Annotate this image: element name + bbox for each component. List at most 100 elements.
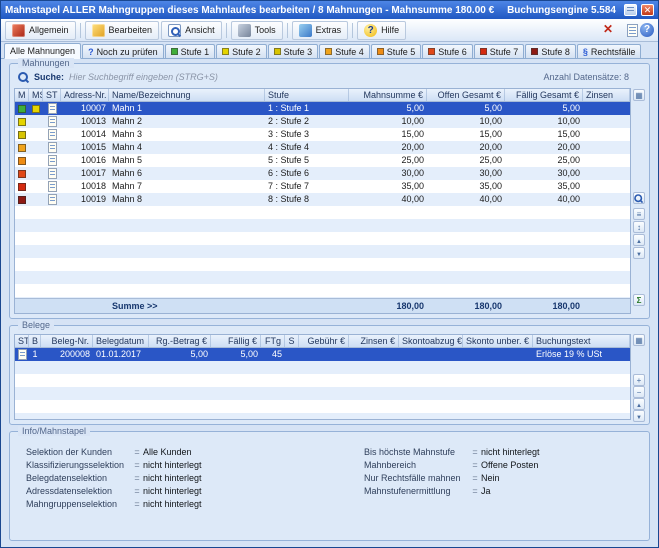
- search-row: Suche: Anzahl Datensätze: 8: [18, 70, 629, 84]
- name-cell: Mahn 6: [109, 167, 265, 180]
- tab-rechtsfaelle[interactable]: Rechtsfälle: [577, 44, 642, 58]
- help-circle-icon[interactable]: [640, 23, 654, 37]
- column-header-m[interactable]: M: [15, 89, 29, 101]
- info-row: Bis höchste Mahnstufe = nicht hinterlegt: [364, 446, 637, 459]
- equals-sign: =: [131, 446, 143, 459]
- toolbar-separator: [287, 23, 288, 38]
- column-header-adress-nr[interactable]: Adress-Nr.: [61, 89, 109, 101]
- tab-stufe-5[interactable]: Stufe 5: [371, 44, 422, 58]
- column-chooser-icon[interactable]: [633, 89, 645, 101]
- mahnsumme-cell: 25,00: [349, 154, 427, 167]
- column-header-zinsen[interactable]: Zinsen: [583, 89, 630, 101]
- tab-stufe-8[interactable]: Stufe 8: [525, 44, 576, 58]
- stufe-cell: 3 : Stufe 3: [265, 128, 349, 141]
- tab-stufe-7[interactable]: Stufe 7: [474, 44, 525, 58]
- table-row[interactable]: 10007 Mahn 1 1 : Stufe 1 5,00 5,00 5,00: [15, 102, 630, 115]
- column-header-st[interactable]: ST: [15, 335, 29, 347]
- toolbar-button-hilfe[interactable]: Hilfe: [357, 21, 406, 40]
- sort-icon[interactable]: [633, 221, 645, 233]
- column-header-skontoabzug[interactable]: Skontoabzug €: [399, 335, 463, 347]
- table-row[interactable]: 10017 Mahn 6 6 : Stufe 6 30,00 30,00 30,…: [15, 167, 630, 180]
- tab-stufe-6[interactable]: Stufe 6: [422, 44, 473, 58]
- toolbar-button-label: Allgemein: [29, 25, 69, 35]
- offen-cell: 10,00: [427, 115, 505, 128]
- equals-sign: =: [469, 446, 481, 459]
- info-label: Belegdatenselektion: [26, 472, 131, 485]
- column-header-faellig-gesamt[interactable]: Fällig Gesamt €: [505, 89, 583, 101]
- toolbar-button-allgemein[interactable]: Allgemein: [5, 21, 76, 40]
- tab-stufe-2[interactable]: Stufe 2: [216, 44, 267, 58]
- tab-alle-mahnungen[interactable]: Alle Mahnungen: [4, 43, 81, 59]
- column-header-mahnsumme[interactable]: Mahnsumme €: [349, 89, 427, 101]
- toolbar-button-ansicht[interactable]: Ansicht: [161, 21, 222, 40]
- remove-icon[interactable]: [633, 386, 645, 398]
- adress-nr-cell: 10017: [61, 167, 109, 180]
- document-icon: [48, 116, 57, 127]
- column-header-gebuehr[interactable]: Gebühr €: [299, 335, 349, 347]
- sum-toggle-icon[interactable]: [633, 294, 645, 306]
- group-label-mahnungen: Mahnungen: [18, 58, 74, 68]
- adress-nr-cell: 10007: [61, 102, 109, 115]
- column-header-s[interactable]: S: [285, 335, 299, 347]
- column-header-st[interactable]: ST: [43, 89, 61, 101]
- equals-sign: =: [469, 472, 481, 485]
- column-header-ms[interactable]: MS: [29, 89, 43, 101]
- close-icon[interactable]: [641, 4, 654, 16]
- tab-stufe-4[interactable]: Stufe 4: [319, 44, 370, 58]
- table-row[interactable]: 10016 Mahn 5 5 : Stufe 5 25,00 25,00 25,…: [15, 154, 630, 167]
- tab-stufe-1[interactable]: Stufe 1: [165, 44, 216, 58]
- column-header-faellig[interactable]: Fällig €: [211, 335, 261, 347]
- column-header-belegdatum[interactable]: Belegdatum: [93, 335, 149, 347]
- stufe-color-icon: [18, 183, 26, 191]
- column-header-ftg[interactable]: FTg: [261, 335, 285, 347]
- column-header-stufe[interactable]: Stufe: [265, 89, 349, 101]
- sum-label: Summe >>: [109, 299, 265, 313]
- toolbar-button-extras[interactable]: Extras: [292, 21, 349, 40]
- info-value: Nein: [481, 472, 637, 485]
- column-header-b[interactable]: B: [29, 335, 41, 347]
- scroll-down-icon[interactable]: [633, 410, 645, 422]
- column-header-zinsen[interactable]: Zinsen €: [349, 335, 399, 347]
- menu-icon[interactable]: [633, 208, 645, 220]
- tab-noch-zu-pruefen[interactable]: Noch zu prüfen: [82, 44, 164, 58]
- stufe-color-icon: [222, 48, 229, 55]
- search-input[interactable]: [69, 72, 538, 82]
- name-cell: Mahn 1: [109, 102, 265, 115]
- column-header-beleg-nr[interactable]: Beleg-Nr.: [41, 335, 93, 347]
- table-row[interactable]: 10013 Mahn 2 2 : Stufe 2 10,00 10,00 10,…: [15, 115, 630, 128]
- toolbar-button-bearbeiten[interactable]: Bearbeiten: [85, 21, 160, 40]
- empty-rows-area: [15, 361, 630, 419]
- toolbar-button-tools[interactable]: Tools: [231, 21, 283, 40]
- column-header-buchungstext[interactable]: Buchungstext: [533, 335, 630, 347]
- info-label: Mahngruppenselektion: [26, 498, 131, 511]
- protocol-icon[interactable]: [627, 24, 638, 37]
- column-header-skonto-unber[interactable]: Skonto unber. €: [463, 335, 533, 347]
- table-row[interactable]: 10015 Mahn 4 4 : Stufe 4 20,00 20,00 20,…: [15, 141, 630, 154]
- column-chooser-icon[interactable]: [633, 334, 645, 346]
- scroll-up-icon[interactable]: [633, 234, 645, 246]
- table-row[interactable]: 10019 Mahn 8 8 : Stufe 8 40,00 40,00 40,…: [15, 193, 630, 206]
- table-row[interactable]: 10018 Mahn 7 7 : Stufe 7 35,00 35,00 35,…: [15, 180, 630, 193]
- stufe-color-icon: [428, 48, 435, 55]
- mahnungen-side-toolbar: [633, 88, 646, 314]
- toolbar-separator: [80, 23, 81, 38]
- scroll-up-icon[interactable]: [633, 398, 645, 410]
- table-row[interactable]: 10014 Mahn 3 3 : Stufe 3 15,00 15,00 15,…: [15, 128, 630, 141]
- tab-stufe-3[interactable]: Stufe 3: [268, 44, 319, 58]
- magnifier-icon[interactable]: [633, 192, 645, 204]
- column-header-name[interactable]: Name/Bezeichnung: [109, 89, 265, 101]
- add-icon[interactable]: [633, 374, 645, 386]
- faellig-cell: 15,00: [505, 128, 583, 141]
- tab-label: Stufe 6: [438, 47, 467, 57]
- column-header-rg-betrag[interactable]: Rg.-Betrag €: [149, 335, 211, 347]
- column-header-offen-gesamt[interactable]: Offen Gesamt €: [427, 89, 505, 101]
- calculator-icon[interactable]: [624, 4, 637, 16]
- info-row: Mahnstufenermittlung = Ja: [364, 485, 637, 498]
- stufe-color-icon: [18, 196, 26, 204]
- stufe-cell: 7 : Stufe 7: [265, 180, 349, 193]
- stufe-color-icon: [377, 48, 384, 55]
- scroll-down-icon[interactable]: [633, 247, 645, 259]
- close-x-icon[interactable]: [601, 23, 615, 37]
- table-row[interactable]: 1 200008 01.01.2017 5,00 5,00 45 Erlöse …: [15, 348, 630, 361]
- stufe-color-icon: [18, 157, 26, 165]
